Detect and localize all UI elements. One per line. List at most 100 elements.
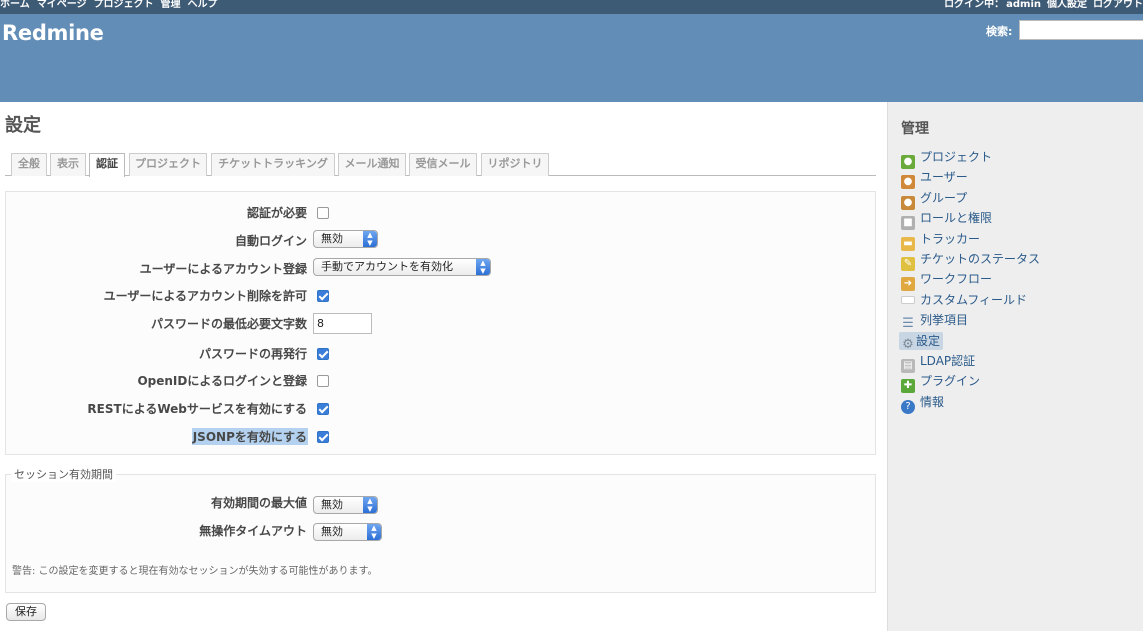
- projects-icon: ●: [901, 155, 915, 169]
- sidebar-item-plugins[interactable]: ✚ プラグイン: [901, 372, 981, 393]
- openid-label: OpenIDによるログインと登録: [137, 374, 307, 388]
- settings-tabs: 全般 表示 認証 プロジェクト チケットトラッキング メール通知 受信メール リ…: [5, 152, 876, 177]
- tab-display[interactable]: 表示: [50, 153, 86, 176]
- workflow-icon: ➜: [901, 277, 915, 291]
- self-registration-value: 手動でアカウントを有効化: [321, 260, 453, 273]
- sidebar-item-settings[interactable]: ⚙ 設定: [899, 332, 944, 352]
- menu-my-account[interactable]: 個人設定: [1047, 0, 1087, 10]
- tab-authentication[interactable]: 認証: [89, 153, 125, 177]
- tab-projects[interactable]: プロジェクト: [129, 153, 207, 176]
- menu-my-page[interactable]: マイページ: [37, 0, 87, 10]
- lost-password-checkbox[interactable]: [317, 348, 329, 360]
- session-timeout-value: 無効: [321, 525, 343, 538]
- lost-password-label: パスワードの再発行: [198, 347, 307, 361]
- list-icon: ☰: [902, 316, 914, 331]
- password-min-length-label: パスワードの最低必要文字数: [150, 317, 307, 331]
- sidebar-item-workflows[interactable]: ➜ ワークフロー: [901, 270, 993, 291]
- sidebar-item-issue-statuses[interactable]: ✎ チケットのステータス: [901, 250, 1041, 271]
- sidebar-item-custom-fields[interactable]: カスタムフィールド: [901, 291, 1027, 309]
- unsubscribe-checkbox[interactable]: [317, 290, 329, 302]
- top-menu-right: ログイン中： admin 個人設定 ログアウト: [938, 0, 1143, 10]
- tab-general[interactable]: 全般: [11, 153, 47, 176]
- sidebar-item-enumerations[interactable]: ☰ 列挙項目: [901, 311, 969, 331]
- sidebar-title: 管理: [901, 121, 929, 137]
- app-title[interactable]: Redmine: [2, 21, 104, 45]
- plugin-icon: ✚: [901, 379, 915, 393]
- rest-api-label: RESTによるWebサービスを有効にする: [87, 402, 307, 416]
- search-label: 検索:: [986, 25, 1013, 38]
- chevron-updown-icon: ▲ ▼: [363, 231, 377, 247]
- ticket-edit-icon: ✎: [901, 257, 915, 271]
- unsubscribe-label: ユーザーによるアカウント削除を許可: [103, 289, 307, 303]
- tab-incoming-emails[interactable]: 受信メール: [409, 153, 477, 176]
- menu-help[interactable]: ヘルプ: [188, 0, 218, 10]
- top-menu-left: ホーム マイページ プロジェクト 管理 ヘルプ: [0, 0, 225, 10]
- sidebar-item-label: プロジェクト: [920, 150, 993, 164]
- group-icon: ●: [901, 196, 915, 210]
- openid-checkbox[interactable]: [317, 375, 329, 387]
- jsonp-label: JSONPを有効にする: [191, 428, 308, 445]
- sidebar-item-projects[interactable]: ● プロジェクト: [901, 148, 993, 169]
- sidebar-item-label: ユーザー: [920, 170, 968, 184]
- password-min-length-input[interactable]: 8: [313, 313, 372, 334]
- login-required-checkbox[interactable]: [317, 207, 329, 219]
- sidebar-item-users[interactable]: ● ユーザー: [901, 168, 968, 189]
- gear-icon: ⚙: [902, 337, 914, 352]
- chevron-updown-icon: ▲ ▼: [476, 259, 490, 275]
- sidebar-item-label: ワークフロー: [920, 272, 993, 286]
- tab-repositories[interactable]: リポジトリ: [481, 153, 549, 176]
- self-registration-select[interactable]: 手動でアカウントを有効化 ▲ ▼: [313, 258, 491, 276]
- session-settings-fieldset: セッション有効期間 有効期間の最大値 無効 ▲ ▼ 無操作タイムアウト 無効 ▲ ▼ 警…: [5, 466, 876, 593]
- menu-logout[interactable]: ログアウト: [1093, 0, 1143, 10]
- textfield-icon: [901, 296, 915, 304]
- sidebar-item-label: 設定: [916, 334, 941, 348]
- autologin-select[interactable]: 無効 ▲ ▼: [313, 230, 378, 248]
- self-registration-label: ユーザーによるアカウント登録: [139, 262, 307, 276]
- menu-home[interactable]: ホーム: [0, 0, 30, 10]
- sidebar-item-label: LDAP認証: [920, 354, 976, 368]
- autologin-value: 無効: [321, 232, 343, 245]
- session-lifetime-select[interactable]: 無効 ▲ ▼: [313, 496, 378, 514]
- chevron-updown-icon: ▲ ▼: [367, 524, 381, 540]
- sidebar-item-label: 情報: [920, 395, 945, 409]
- menu-projects[interactable]: プロジェクト: [94, 0, 154, 10]
- tab-email-notifications[interactable]: メール通知: [338, 153, 406, 176]
- sidebar-item-label: グループ: [920, 191, 968, 205]
- lock-icon: ■: [901, 216, 915, 230]
- sidebar-item-label: 列挙項目: [920, 313, 969, 327]
- autologin-label: 自動ログイン: [234, 234, 307, 248]
- logged-in-label: ログイン中：: [944, 0, 1005, 10]
- sidebar-item-info[interactable]: ? 情報: [901, 393, 945, 414]
- login-required-label: 認証が必要: [246, 206, 307, 220]
- sidebar-item-roles[interactable]: ■ ロールと権限: [901, 209, 993, 230]
- page-title: 設定: [5, 115, 41, 136]
- logged-in-user[interactable]: admin: [1006, 0, 1041, 10]
- user-icon: ●: [901, 175, 915, 189]
- session-timeout-select[interactable]: 無効 ▲ ▼: [313, 523, 382, 541]
- server-key-icon: ▤: [901, 359, 915, 373]
- sidebar-item-trackers[interactable]: ▬ トラッカー: [901, 230, 981, 251]
- sidebar-item-label: ロールと権限: [920, 211, 993, 225]
- authentication-settings-box: 認証が必要 自動ログイン 無効 ▲ ▼ ユーザーによるアカウント登録 手動でアカウン…: [5, 191, 876, 455]
- sidebar-item-label: カスタムフィールド: [920, 293, 1028, 307]
- sidebar-item-label: チケットのステータス: [920, 252, 1041, 266]
- jsonp-checkbox[interactable]: [317, 431, 329, 443]
- header: Redmine 検索:: [0, 14, 1143, 102]
- chevron-updown-icon: ▲ ▼: [363, 497, 377, 513]
- rest-api-checkbox[interactable]: [317, 403, 329, 415]
- top-menu: ホーム マイページ プロジェクト 管理 ヘルプ ログイン中： admin 個人設定 ログアウト: [0, 0, 1143, 14]
- search-input[interactable]: [1019, 20, 1143, 40]
- sidebar-item-groups[interactable]: ● グループ: [901, 189, 968, 210]
- menu-administration[interactable]: 管理: [161, 0, 181, 10]
- sidebar: 管理 ● プロジェクト ● ユーザー ● グループ ■ ロールと権限 ▬ トラッカー ✎ チ…: [887, 102, 1143, 631]
- main-content: 設定 全般 表示 認証 プロジェクト チケットトラッキング メール通知 受信メー…: [0, 102, 887, 631]
- ticket-icon: ▬: [901, 237, 915, 251]
- sidebar-item-label: トラッカー: [920, 232, 981, 246]
- session-lifetime-value: 無効: [321, 498, 343, 511]
- save-button[interactable]: 保存: [6, 603, 46, 621]
- session-legend: セッション有効期間: [11, 466, 116, 482]
- sidebar-item-label: プラグイン: [920, 374, 981, 388]
- tab-issue-tracking[interactable]: チケットトラッキング: [211, 153, 335, 176]
- help-icon: ?: [901, 400, 915, 414]
- sidebar-item-ldap[interactable]: ▤ LDAP認証: [901, 352, 976, 373]
